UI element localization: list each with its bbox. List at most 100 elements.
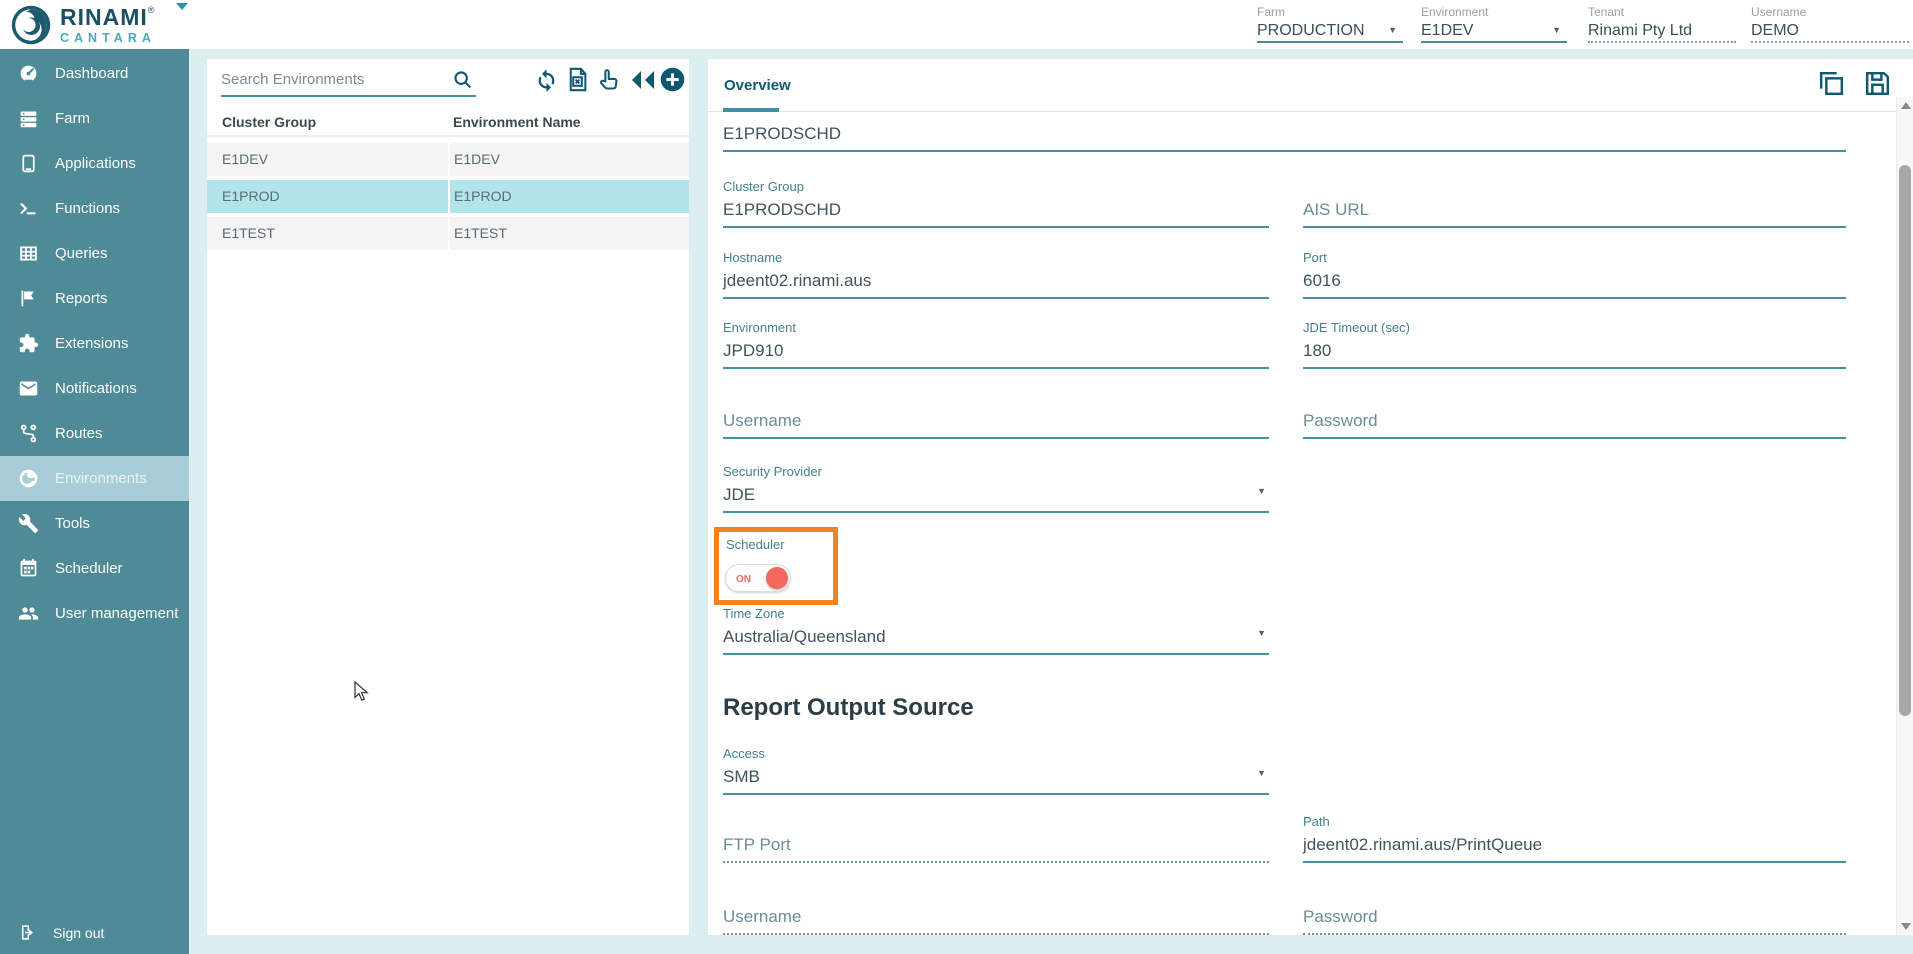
excel-export-icon[interactable] [564, 66, 591, 93]
sidebar-item-applications[interactable]: Applications [0, 141, 189, 186]
environment-detail-panel: Overview E1PRODSCHD Cluster Group E1PROD… [708, 59, 1913, 935]
sidebar-item-label: Dashboard [55, 65, 128, 82]
environment-label: Environment [723, 320, 1269, 336]
environment-value[interactable]: JPD910 [723, 340, 1269, 369]
security-provider-value[interactable]: JDE▼ [723, 484, 1269, 513]
report-password-placeholder[interactable]: Password [1303, 906, 1846, 935]
sidebar-item-farm[interactable]: Farm [0, 96, 189, 141]
access-select[interactable]: Access SMB▼ [723, 746, 1269, 795]
password-field[interactable]: Password [1303, 390, 1846, 439]
path-field[interactable]: Path jdeent02.rinami.aus/PrintQueue [1303, 814, 1846, 863]
sidebar-item-label: Notifications [55, 380, 137, 397]
sidebar-item-queries[interactable]: Queries [0, 231, 189, 276]
sidebar-item-extensions[interactable]: Extensions [0, 321, 189, 366]
username-field: Username DEMO [1751, 5, 1909, 43]
vertical-scrollbar[interactable] [1896, 97, 1913, 935]
jde-timeout-value[interactable]: 180 [1303, 340, 1846, 369]
report-output-source-heading: Report Output Source [723, 694, 974, 722]
sidebar-item-routes[interactable]: Routes [0, 411, 189, 456]
name-value[interactable]: E1PRODSCHD [723, 123, 1846, 152]
sidebar-item-tools[interactable]: Tools [0, 501, 189, 546]
ftp-port-field[interactable]: FTP Port [723, 814, 1269, 863]
scroll-down-arrow-icon[interactable] [1901, 923, 1911, 930]
refresh-icon[interactable] [533, 66, 560, 93]
search-icon[interactable] [452, 69, 474, 96]
table-row[interactable]: E1TEST E1TEST [207, 217, 689, 250]
search-input[interactable] [221, 65, 441, 93]
environment-select[interactable]: Environment E1DEV ▼ [1421, 5, 1567, 43]
access-value[interactable]: SMB▼ [723, 766, 1269, 795]
scrollbar-thumb[interactable] [1899, 165, 1911, 716]
registered-mark: ® [148, 5, 156, 15]
access-label: Access [723, 746, 1269, 762]
ftp-port-placeholder[interactable]: FTP Port [723, 834, 1269, 863]
sign-out-button[interactable]: Sign out [18, 923, 104, 942]
path-value[interactable]: jdeent02.rinami.aus/PrintQueue [1303, 834, 1846, 863]
report-username-placeholder[interactable]: Username [723, 906, 1269, 935]
cell-cluster-group[interactable]: E1TEST [207, 217, 448, 250]
add-icon[interactable] [659, 66, 686, 93]
hand-pointer-icon[interactable] [595, 66, 622, 93]
report-username-field[interactable]: Username [723, 886, 1269, 935]
save-icon[interactable] [1862, 68, 1893, 99]
environment-field[interactable]: Environment JPD910 [723, 320, 1269, 369]
tenant-label: Tenant [1588, 5, 1736, 19]
port-value[interactable]: 6016 [1303, 270, 1846, 299]
report-password-field[interactable]: Password [1303, 886, 1846, 935]
sidebar-item-reports[interactable]: Reports [0, 276, 189, 321]
scheduler-toggle[interactable]: ON [725, 564, 791, 592]
brand-subname: CANTARA [60, 32, 156, 45]
sidebar-item-environments[interactable]: Environments [0, 456, 189, 501]
rewind-icon[interactable] [629, 69, 656, 96]
queries-icon [18, 243, 39, 264]
hostname-field[interactable]: Hostname jdeent02.rinami.aus [723, 250, 1269, 299]
cell-cluster-group[interactable]: E1DEV [207, 143, 448, 176]
cluster-group-field[interactable]: Cluster Group E1PRODSCHD [723, 179, 1269, 228]
cell-environment-name[interactable]: E1PROD [450, 180, 689, 213]
ais-url-field[interactable]: AIS URL [1303, 179, 1846, 228]
column-header-environment-name[interactable]: Environment Name [453, 114, 581, 130]
search-field[interactable] [221, 65, 476, 97]
sidebar-item-dashboard[interactable]: Dashboard [0, 51, 189, 96]
time-zone-value[interactable]: Australia/Queensland▼ [723, 626, 1269, 655]
sidebar-item-functions[interactable]: Functions [0, 186, 189, 231]
sidebar-item-label: Applications [55, 155, 136, 172]
cell-cluster-group[interactable]: E1PROD [207, 180, 448, 213]
cell-environment-name[interactable]: E1DEV [450, 143, 689, 176]
time-zone-select[interactable]: Time Zone Australia/Queensland▼ [723, 606, 1269, 655]
scheduler-label: Scheduler [726, 537, 785, 552]
sidebar-item-label: User management [55, 605, 178, 622]
scheduler-highlight-box: Scheduler ON [714, 527, 838, 605]
column-header-cluster-group[interactable]: Cluster Group [222, 114, 316, 130]
copy-icon[interactable] [1816, 68, 1847, 99]
toggle-on-label: ON [736, 574, 751, 585]
jde-timeout-field[interactable]: JDE Timeout (sec) 180 [1303, 320, 1846, 369]
cluster-group-value[interactable]: E1PRODSCHD [723, 199, 1269, 228]
table-row[interactable]: E1DEV E1DEV [207, 143, 689, 176]
sidebar-item-user-management[interactable]: User management [0, 591, 189, 636]
cell-environment-name[interactable]: E1TEST [450, 217, 689, 250]
toggle-knob[interactable] [766, 567, 788, 589]
password-placeholder[interactable]: Password [1303, 410, 1846, 439]
sidebar-item-scheduler[interactable]: Scheduler [0, 546, 189, 591]
name-field[interactable]: E1PRODSCHD [723, 103, 1846, 152]
scroll-up-arrow-icon[interactable] [1901, 102, 1911, 109]
brand-accent-triangle [176, 3, 188, 10]
sidebar-item-label: Farm [55, 110, 90, 127]
security-provider-select[interactable]: Security Provider JDE▼ [723, 464, 1269, 513]
tab-overview[interactable]: Overview [724, 77, 791, 94]
tools-icon [18, 513, 39, 534]
username-field[interactable]: Username [723, 390, 1269, 439]
hostname-label: Hostname [723, 250, 1269, 266]
security-provider-text: JDE [723, 485, 755, 504]
sidebar-item-notifications[interactable]: Notifications [0, 366, 189, 411]
farm-select[interactable]: Farm PRODUCTION ▼ [1257, 5, 1403, 43]
hostname-value[interactable]: jdeent02.rinami.aus [723, 270, 1269, 299]
port-field[interactable]: Port 6016 [1303, 250, 1846, 299]
ais-url-placeholder[interactable]: AIS URL [1303, 199, 1846, 228]
username-placeholder[interactable]: Username [723, 410, 1269, 439]
user-management-icon [18, 603, 39, 624]
environment-label: Environment [1421, 5, 1567, 19]
mouse-cursor [354, 681, 374, 703]
table-row-selected[interactable]: E1PROD E1PROD [207, 180, 689, 213]
